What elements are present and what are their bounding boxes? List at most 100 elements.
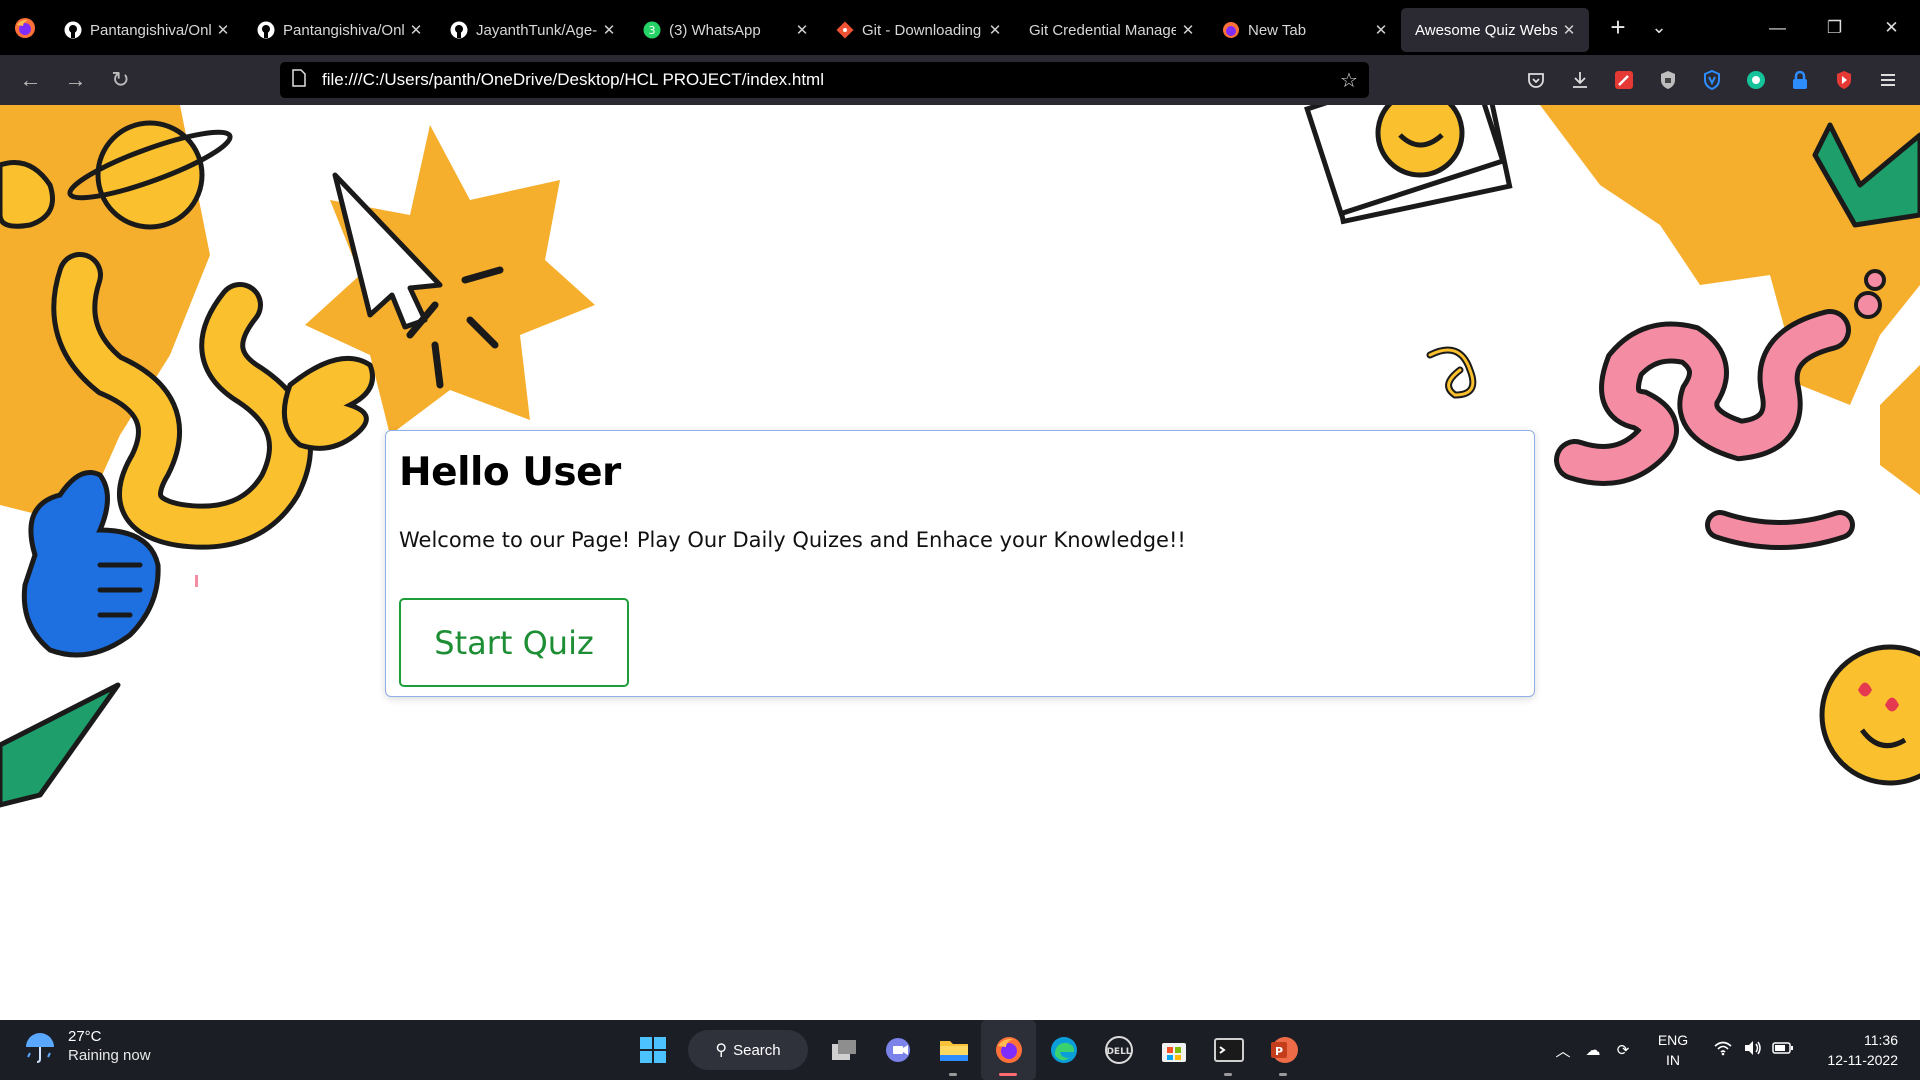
git-icon: [836, 21, 854, 39]
tab-title: Git Credential Manage: [1029, 21, 1176, 39]
heart-eyes-emoji-icon: [1819, 644, 1920, 786]
pocket-icon[interactable]: [1514, 55, 1558, 105]
navigation-bar: ← → ↻ file:///C:/Users/panth/OneDrive/De…: [0, 55, 1920, 105]
start-quiz-button[interactable]: Start Quiz: [399, 598, 629, 687]
color-picker-extension-icon[interactable]: [1602, 55, 1646, 105]
task-view-icon[interactable]: [816, 1020, 871, 1080]
windows-taskbar: 27°C Raining now ⚲ Search DELL P ︿ ☁ ⟳ E…: [0, 1020, 1920, 1080]
page-heading: Hello User: [399, 450, 621, 495]
browser-tab-active[interactable]: Awesome Quiz Websit ✕: [1401, 8, 1589, 52]
close-window-icon[interactable]: ✕: [1863, 0, 1920, 55]
tab-title: Awesome Quiz Websit: [1415, 21, 1557, 39]
firefox-icon: [1222, 21, 1240, 39]
browser-tab[interactable]: 3 (3) WhatsApp ✕: [629, 8, 822, 52]
svg-text:DELL: DELL: [1106, 1047, 1131, 1057]
page-icon: [292, 68, 322, 92]
close-icon[interactable]: ✕: [408, 21, 424, 39]
firefox-taskbar-icon[interactable]: [981, 1020, 1036, 1080]
firefox-menu-icon[interactable]: [0, 0, 50, 55]
clock-time: 11:36: [1864, 1032, 1898, 1048]
pink-bead: [1854, 291, 1882, 319]
smiley-face-icon: [1375, 105, 1465, 178]
minimize-icon[interactable]: —: [1749, 0, 1806, 55]
browser-tab[interactable]: Pantangishiva/Onl ✕: [243, 8, 436, 52]
browser-tab[interactable]: JayanthTunk/Age- ✕: [436, 8, 629, 52]
weather-description: Raining now: [68, 1047, 151, 1064]
hamburger-menu-icon[interactable]: [1866, 55, 1910, 105]
tab-title: Pantangishiva/Onl: [283, 21, 404, 39]
youtube-extension-icon[interactable]: [1822, 55, 1866, 105]
close-icon[interactable]: ✕: [601, 21, 617, 39]
yellow-hand-doodle: [281, 355, 375, 451]
new-tab-button[interactable]: +: [1597, 12, 1639, 43]
github-icon: [450, 21, 468, 39]
sync-icon[interactable]: ⟳: [1608, 1041, 1638, 1059]
tab-title: JayanthTunk/Age-: [476, 21, 597, 39]
volume-icon[interactable]: [1738, 1040, 1768, 1060]
microsoft-store-icon[interactable]: [1146, 1020, 1201, 1080]
clock-date: 12-11-2022: [1827, 1052, 1898, 1068]
grammar-extension-icon[interactable]: [1734, 55, 1778, 105]
url-text: file:///C:/Users/panth/OneDrive/Desktop/…: [322, 70, 824, 89]
reload-icon[interactable]: ↻: [98, 55, 143, 105]
github-icon: [257, 21, 275, 39]
tab-title: Pantangishiva/Onl: [90, 21, 211, 39]
window-controls: — ❐ ✕: [1749, 0, 1920, 55]
tab-bar: Pantangishiva/Onl ✕ Pantangishiva/Onl ✕ …: [0, 0, 1920, 55]
browser-tab[interactable]: New Tab ✕: [1208, 8, 1401, 52]
close-icon[interactable]: ✕: [1561, 21, 1577, 39]
orange-blob-right: [1540, 105, 1920, 405]
weather-temperature: 27°C: [68, 1028, 102, 1045]
file-explorer-icon[interactable]: [926, 1020, 981, 1080]
browser-tab[interactable]: Pantangishiva/Onl ✕: [50, 8, 243, 52]
whatsapp-badge: 3: [649, 24, 656, 37]
terminal-icon[interactable]: [1201, 1020, 1256, 1080]
taskbar-apps: ⚲ Search DELL P: [625, 1020, 1311, 1080]
close-icon[interactable]: ✕: [1180, 21, 1196, 39]
system-tray: ︿ ☁ ⟳ ENG IN 11:36 12-11-2022: [1548, 1020, 1920, 1080]
search-label: Search: [733, 1041, 781, 1059]
github-icon: [64, 21, 82, 39]
list-all-tabs-icon[interactable]: ⌄: [1639, 17, 1679, 38]
close-icon[interactable]: ✕: [794, 21, 810, 39]
dell-icon[interactable]: DELL: [1091, 1020, 1146, 1080]
welcome-card: Hello User Welcome to our Page! Play Our…: [385, 430, 1535, 697]
whatsapp-icon: 3: [643, 21, 661, 39]
downloads-icon[interactable]: [1558, 55, 1602, 105]
onedrive-cloud-icon[interactable]: ☁: [1578, 1041, 1608, 1059]
lock-extension-icon[interactable]: [1778, 55, 1822, 105]
bookmark-star-icon[interactable]: ☆: [1329, 68, 1369, 93]
back-icon[interactable]: ←: [8, 55, 53, 105]
browser-tab[interactable]: Git Credential Manage ✕: [1015, 8, 1208, 52]
language-code: ENG: [1657, 1032, 1689, 1048]
close-icon[interactable]: ✕: [1373, 21, 1389, 39]
rain-umbrella-icon: [26, 1033, 54, 1063]
close-icon[interactable]: ✕: [215, 21, 231, 39]
powerpoint-icon[interactable]: P: [1256, 1020, 1311, 1080]
language-indicator[interactable]: ENG IN: [1648, 1030, 1698, 1070]
welcome-text: Welcome to our Page! Play Our Daily Quiz…: [399, 528, 1186, 552]
browser-tab[interactable]: Git - Downloading ✕: [822, 8, 1015, 52]
taskbar-search[interactable]: ⚲ Search: [688, 1030, 808, 1070]
windows-start-icon[interactable]: [625, 1020, 680, 1080]
orange-blob-right-lower: [1880, 365, 1920, 495]
battery-icon[interactable]: [1768, 1041, 1798, 1059]
chevron-up-icon[interactable]: ︿: [1548, 1040, 1578, 1061]
address-bar[interactable]: file:///C:/Users/panth/OneDrive/Desktop/…: [280, 62, 1369, 98]
tab-title: (3) WhatsApp: [669, 21, 761, 39]
page-viewport: Hello User Welcome to our Page! Play Our…: [0, 105, 1920, 1020]
forward-icon[interactable]: →: [53, 55, 98, 105]
clock[interactable]: 11:36 12-11-2022: [1798, 1030, 1898, 1070]
vpn-shield-icon[interactable]: [1690, 55, 1734, 105]
teams-chat-icon[interactable]: [871, 1020, 926, 1080]
edge-icon[interactable]: [1036, 1020, 1091, 1080]
svg-text:P: P: [1274, 1045, 1282, 1058]
region-code: IN: [1666, 1052, 1680, 1068]
wifi-icon[interactable]: [1708, 1040, 1738, 1060]
shield-extension-icon[interactable]: [1646, 55, 1690, 105]
tab-title: Git - Downloading: [862, 21, 982, 39]
pink-arm-doodle: [1710, 515, 1850, 545]
close-icon[interactable]: ✕: [987, 21, 1003, 39]
restore-icon[interactable]: ❐: [1806, 0, 1863, 55]
weather-widget[interactable]: 27°C Raining now: [22, 1028, 151, 1066]
